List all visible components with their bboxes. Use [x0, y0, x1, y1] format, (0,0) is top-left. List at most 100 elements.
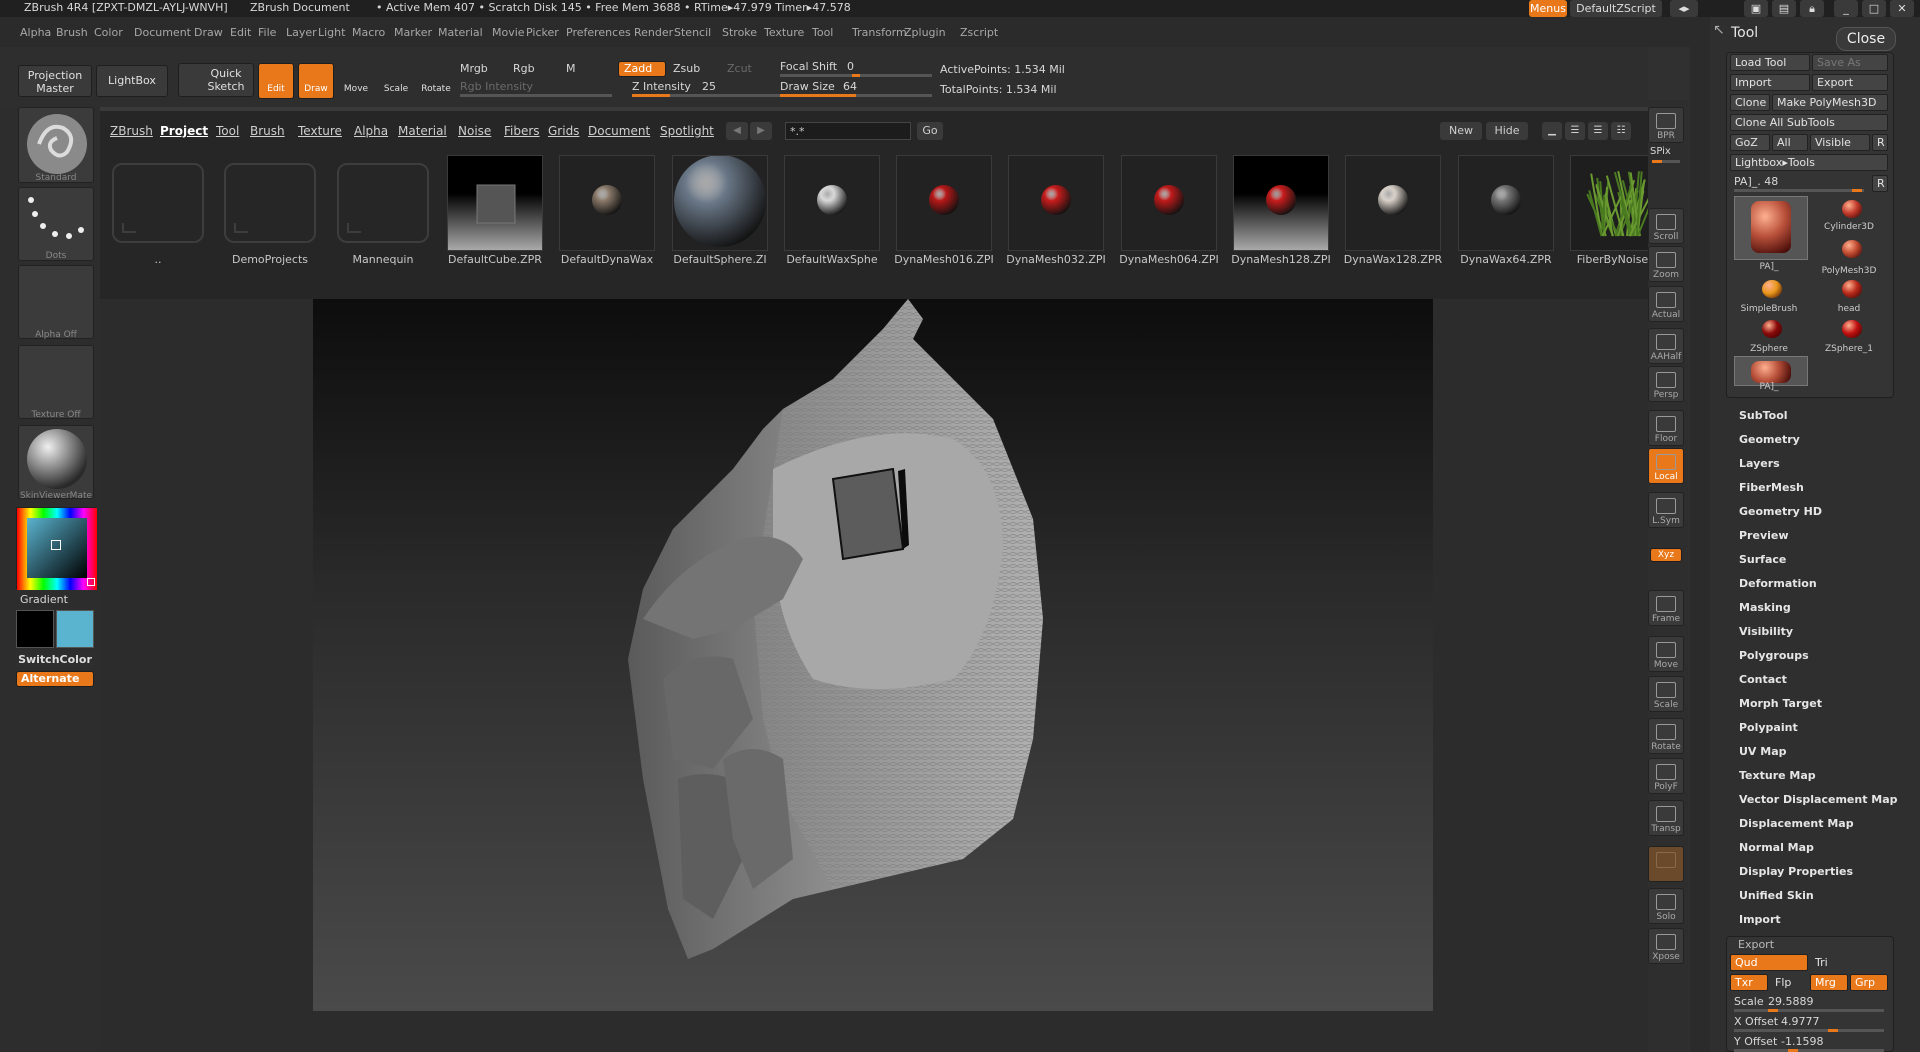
rotate-button[interactable]: Rotate — [1648, 718, 1684, 754]
persp-button[interactable]: Persp — [1648, 366, 1684, 402]
lightbox-button[interactable]: LightBox — [96, 65, 168, 97]
xpose-button[interactable]: Xpose — [1648, 928, 1684, 964]
menu-picker[interactable]: Picker — [526, 26, 559, 39]
lightbox-tools-button[interactable]: Lightbox▸Tools — [1730, 154, 1888, 171]
switchcolor-button[interactable]: SwitchColor — [16, 653, 94, 669]
subtool-thumbnail[interactable] — [1734, 196, 1808, 260]
txr-button[interactable]: Txr — [1730, 974, 1768, 991]
tool-menu-polygroups[interactable]: Polygroups — [1739, 649, 1809, 662]
rgb-button[interactable]: Rgb — [513, 62, 535, 75]
flp-button[interactable]: Flp — [1770, 974, 1808, 991]
subtool-thumbnail[interactable] — [1832, 276, 1872, 304]
layout2-icon[interactable]: ▤ — [1772, 0, 1796, 17]
brush-picker[interactable] — [18, 107, 94, 183]
lightbox-item[interactable] — [1008, 155, 1104, 251]
zsub-button[interactable]: Zsub — [673, 62, 700, 75]
zoom-button[interactable]: Zoom — [1648, 246, 1684, 282]
menu-light[interactable]: Light — [318, 26, 345, 39]
tool-menu-uv-map[interactable]: UV Map — [1739, 745, 1787, 758]
secondary-color-swatch[interactable] — [56, 610, 94, 648]
zadd-button[interactable]: Zadd — [618, 61, 666, 77]
focal-shift-label[interactable]: Focal Shift — [780, 60, 837, 73]
lightbox-item[interactable] — [112, 163, 204, 243]
tri-button[interactable]: Tri — [1810, 954, 1888, 971]
y-offset-label[interactable]: Y Offset — [1734, 1035, 1777, 1048]
export-section-title[interactable]: Export — [1738, 938, 1774, 951]
frame-button[interactable]: Frame — [1648, 590, 1684, 626]
tool-menu-import[interactable]: Import — [1739, 913, 1781, 926]
menus-button[interactable]: Menus — [1529, 0, 1567, 17]
menu-transform[interactable]: Transform — [852, 26, 907, 39]
mrg-button[interactable]: Mrg — [1810, 974, 1848, 991]
menu-file[interactable]: File — [258, 26, 276, 39]
z-intensity-track[interactable] — [632, 94, 784, 97]
export-scale-label[interactable]: Scale — [1734, 995, 1764, 1008]
x-offset-track[interactable] — [1734, 1029, 1884, 1032]
tool-menu-geometry-hd[interactable]: Geometry HD — [1739, 505, 1822, 518]
move-button[interactable]: Move — [1648, 636, 1684, 672]
close-window-icon[interactable]: ✕ — [1890, 0, 1914, 17]
tool-menu-contact[interactable]: Contact — [1739, 673, 1787, 686]
tool-menu-normal-map[interactable]: Normal Map — [1739, 841, 1814, 854]
lightbox-item[interactable] — [447, 155, 543, 251]
menu-macro[interactable]: Macro — [352, 26, 385, 39]
goz-all-button[interactable]: All — [1772, 134, 1808, 151]
menu-marker[interactable]: Marker — [394, 26, 432, 39]
tool-menu-morph-target[interactable]: Morph Target — [1739, 697, 1822, 710]
goz-r-button[interactable]: R — [1872, 134, 1888, 151]
scale-button[interactable]: Scale — [1648, 676, 1684, 712]
lock-icon[interactable]: 🔒︎ — [1800, 0, 1824, 17]
tool-menu-polypaint[interactable]: Polypaint — [1739, 721, 1798, 734]
menu-render[interactable]: Render — [634, 26, 673, 39]
menu-layer[interactable]: Layer — [286, 26, 317, 39]
lightbox-item[interactable] — [1458, 155, 1554, 251]
maximize-icon[interactable]: □ — [1862, 0, 1886, 17]
tool-menu-subtool[interactable]: SubTool — [1739, 409, 1788, 422]
tool-menu-fibermesh[interactable]: FiberMesh — [1739, 481, 1804, 494]
lightbox-item[interactable] — [224, 163, 316, 243]
mrgb-button[interactable]: Mrgb — [460, 62, 488, 75]
current-tool-r-button[interactable]: R — [1872, 175, 1888, 192]
material-picker[interactable] — [18, 425, 94, 499]
rgb-intensity-slider[interactable]: Rgb Intensity — [460, 80, 533, 93]
menu-alpha[interactable]: Alpha — [20, 26, 51, 39]
gradient-label[interactable]: Gradient — [20, 593, 68, 606]
document-canvas[interactable] — [313, 299, 1433, 1011]
menu-brush[interactable]: Brush — [56, 26, 88, 39]
rotate-button[interactable]: Rotate — [418, 63, 454, 99]
transp-button[interactable]: Transp — [1648, 800, 1684, 836]
solo-button[interactable]: Solo — [1648, 888, 1684, 924]
subtool-thumbnail[interactable] — [1832, 196, 1872, 224]
export-button[interactable]: Export — [1812, 74, 1888, 91]
current-tool-track[interactable] — [1734, 189, 1864, 192]
lightbox-item[interactable] — [1233, 155, 1329, 251]
bpr-button[interactable]: BPR — [1648, 107, 1684, 143]
current-tool-slider[interactable]: PA]_. 48 — [1734, 175, 1778, 188]
tool-pin-icon[interactable]: ↖ — [1713, 22, 1729, 38]
close-button[interactable]: Close — [1836, 27, 1896, 51]
menu-zplugin[interactable]: Zplugin — [904, 26, 946, 39]
subtool-thumbnail[interactable] — [1752, 316, 1792, 344]
scroll-arrows-icon[interactable]: ◂▸ — [1670, 0, 1698, 17]
menu-tool[interactable]: Tool — [812, 26, 833, 39]
spix-slider[interactable]: SPix — [1650, 146, 1671, 157]
import-button[interactable]: Import — [1730, 74, 1810, 91]
save-as-button[interactable]: Save As — [1812, 54, 1888, 71]
menu-stencil[interactable]: Stencil — [674, 26, 711, 39]
goz-button[interactable]: GoZ — [1730, 134, 1770, 151]
goz-visible-button[interactable]: Visible — [1810, 134, 1870, 151]
scale-button[interactable]: Scale — [378, 63, 414, 99]
m-button[interactable]: M — [566, 62, 576, 75]
alternate-button[interactable]: Alternate — [16, 671, 94, 687]
menu-edit[interactable]: Edit — [230, 26, 251, 39]
clone-button[interactable]: Clone — [1730, 94, 1770, 111]
tool-menu-preview[interactable]: Preview — [1739, 529, 1789, 542]
draw-size-label[interactable]: Draw Size — [780, 80, 835, 93]
floor-button[interactable]: Floor — [1648, 410, 1684, 446]
projection-master-button[interactable]: Projection Master — [18, 65, 92, 97]
polyf-button[interactable]: PolyF — [1648, 758, 1684, 794]
menu-draw[interactable]: Draw — [194, 26, 223, 39]
lightbox-item[interactable] — [672, 155, 768, 251]
tool-menu-visibility[interactable]: Visibility — [1739, 625, 1793, 638]
tool-menu-texture-map[interactable]: Texture Map — [1739, 769, 1816, 782]
